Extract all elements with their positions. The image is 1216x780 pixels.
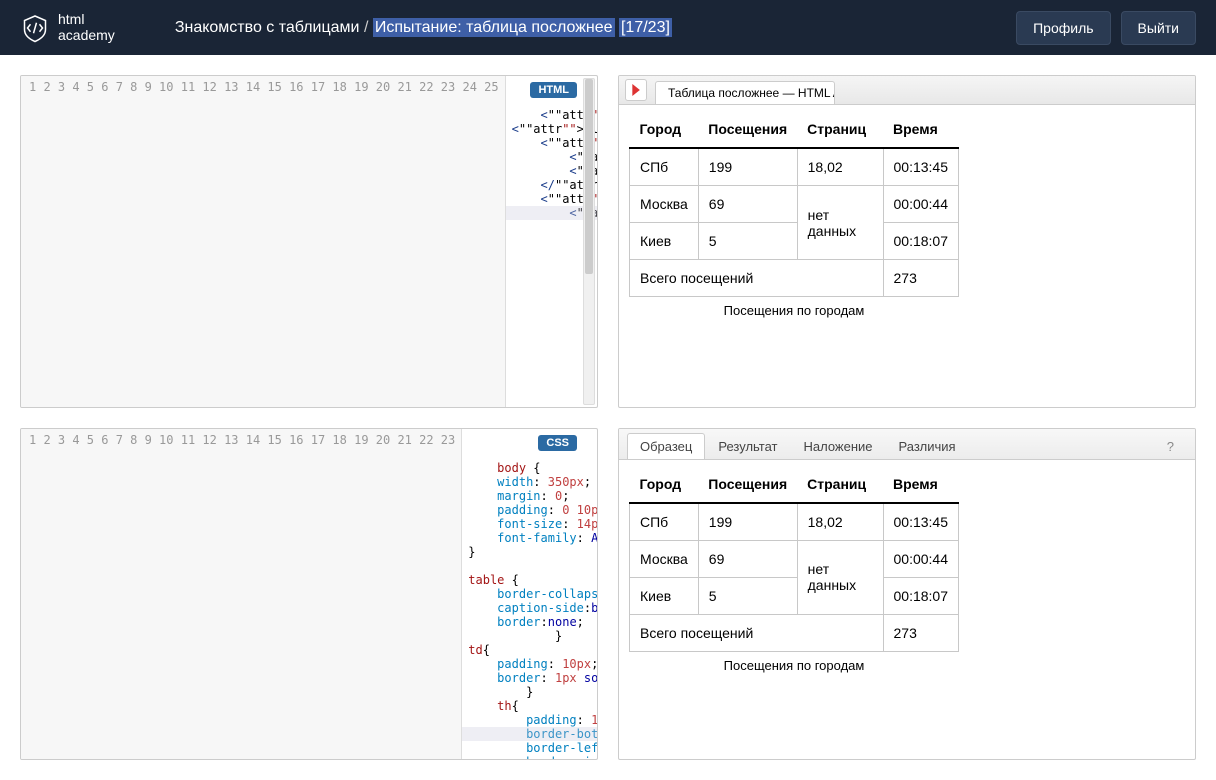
sample-tabs: Образец Результат Наложение Различия ? — [619, 429, 1195, 460]
breadcrumb-counter: [17/23] — [619, 18, 672, 37]
table-cell-merged: нет данных — [797, 540, 883, 614]
table-header: Время — [883, 111, 959, 148]
html-editor-panel: 1 2 3 4 5 6 7 8 9 10 11 12 13 14 15 16 1… — [20, 75, 598, 408]
preview-panel: Таблица посложнее — HTML Acad Посещения … — [618, 75, 1196, 408]
table-cell: Киев — [630, 577, 699, 614]
css-editor-panel: 1 2 3 4 5 6 7 8 9 10 11 12 13 14 15 16 1… — [20, 428, 598, 761]
table-row: Киев5 00:18:07 — [630, 223, 959, 260]
table-cell: 00:13:45 — [883, 148, 959, 186]
browser-icon — [625, 79, 647, 101]
table-cell: 5 — [698, 577, 797, 614]
table-cell: 199 — [698, 148, 797, 186]
table-cell: 18,02 — [797, 503, 883, 541]
browser-chrome: Таблица посложнее — HTML Acad — [619, 76, 1195, 105]
table-cell: 199 — [698, 503, 797, 541]
html-scrollbar[interactable] — [583, 78, 595, 405]
header-buttons: Профиль Выйти — [1016, 11, 1196, 45]
breadcrumb-task[interactable]: Испытание: таблица посложнее — [373, 18, 615, 37]
css-gutter: 1 2 3 4 5 6 7 8 9 10 11 12 13 14 15 16 1… — [21, 429, 462, 760]
table-footer-value: 273 — [883, 260, 959, 297]
browser-tab[interactable]: Таблица посложнее — HTML Acad — [655, 81, 835, 104]
table-cell: Киев — [630, 223, 699, 260]
app-header: html academy Знакомство с таблицами / Ис… — [0, 0, 1216, 55]
css-badge: CSS — [538, 435, 577, 451]
data-table: Посещения по городам ГородПосещенияСтрани… — [629, 466, 959, 679]
table-header: Время — [883, 466, 959, 503]
breadcrumb-sep: / — [360, 19, 373, 36]
table-caption: Посещения по городам — [629, 652, 959, 679]
logo[interactable]: html academy — [20, 12, 115, 43]
html-gutter: 1 2 3 4 5 6 7 8 9 10 11 12 13 14 15 16 1… — [21, 76, 506, 407]
table-header: Страниц — [797, 111, 883, 148]
table-header: Город — [630, 111, 699, 148]
table-cell: 00:00:44 — [883, 540, 959, 577]
logo-text: html academy — [58, 12, 115, 43]
table-row: Москва69нет данных00:00:44 — [630, 186, 959, 223]
preview-body: Посещения по городам ГородПосещенияСтрани… — [619, 105, 1195, 407]
table-header: Город — [630, 466, 699, 503]
table-footer-label: Всего посещений — [630, 260, 884, 297]
table-row-footer: Всего посещений273 — [630, 614, 959, 651]
breadcrumb: Знакомство с таблицами / Испытание: табл… — [175, 19, 1016, 37]
table-header: Посещения — [698, 111, 797, 148]
table-cell: СПб — [630, 503, 699, 541]
breadcrumb-course[interactable]: Знакомство с таблицами — [175, 19, 360, 36]
logo-icon — [20, 13, 50, 43]
table-row: СПб19918,0200:13:45 — [630, 148, 959, 186]
tab-result[interactable]: Результат — [705, 433, 790, 459]
table-footer-value: 273 — [883, 614, 959, 651]
tab-help[interactable]: ? — [1154, 433, 1187, 459]
logout-button[interactable]: Выйти — [1121, 11, 1196, 45]
table-row-footer: Всего посещений273 — [630, 260, 959, 297]
workspace: 1 2 3 4 5 6 7 8 9 10 11 12 13 14 15 16 1… — [0, 55, 1216, 780]
table-row: Киев5 00:18:07 — [630, 577, 959, 614]
table-cell-merged: нет данных — [797, 186, 883, 260]
tab-diff[interactable]: Различия — [886, 433, 969, 459]
table-cell: 00:18:07 — [883, 223, 959, 260]
table-header: Страниц — [797, 466, 883, 503]
table-row: СПб19918,0200:13:45 — [630, 503, 959, 541]
profile-button[interactable]: Профиль — [1016, 11, 1110, 45]
table-cell: Москва — [630, 186, 699, 223]
table-cell: 00:13:45 — [883, 503, 959, 541]
sample-body: Посещения по городам ГородПосещенияСтрани… — [619, 460, 1195, 760]
table-cell: СПб — [630, 148, 699, 186]
html-badge: HTML — [530, 82, 577, 98]
data-table: Посещения по городам ГородПосещенияСтрани… — [629, 111, 959, 324]
table-cell: Москва — [630, 540, 699, 577]
table-header: Посещения — [698, 466, 797, 503]
tab-sample[interactable]: Образец — [627, 433, 705, 459]
table-caption: Посещения по городам — [629, 297, 959, 324]
css-code[interactable]: body { width: 350px; margin: 0; padding:… — [462, 429, 597, 760]
sample-panel: Образец Результат Наложение Различия ? П… — [618, 428, 1196, 761]
table-cell: 5 — [698, 223, 797, 260]
table-cell: 18,02 — [797, 148, 883, 186]
table-cell: 69 — [698, 186, 797, 223]
table-footer-label: Всего посещений — [630, 614, 884, 651]
table-cell: 00:18:07 — [883, 577, 959, 614]
table-cell: 00:00:44 — [883, 186, 959, 223]
table-cell: 69 — [698, 540, 797, 577]
table-row: Москва69нет данных00:00:44 — [630, 540, 959, 577]
tab-overlay[interactable]: Наложение — [791, 433, 886, 459]
